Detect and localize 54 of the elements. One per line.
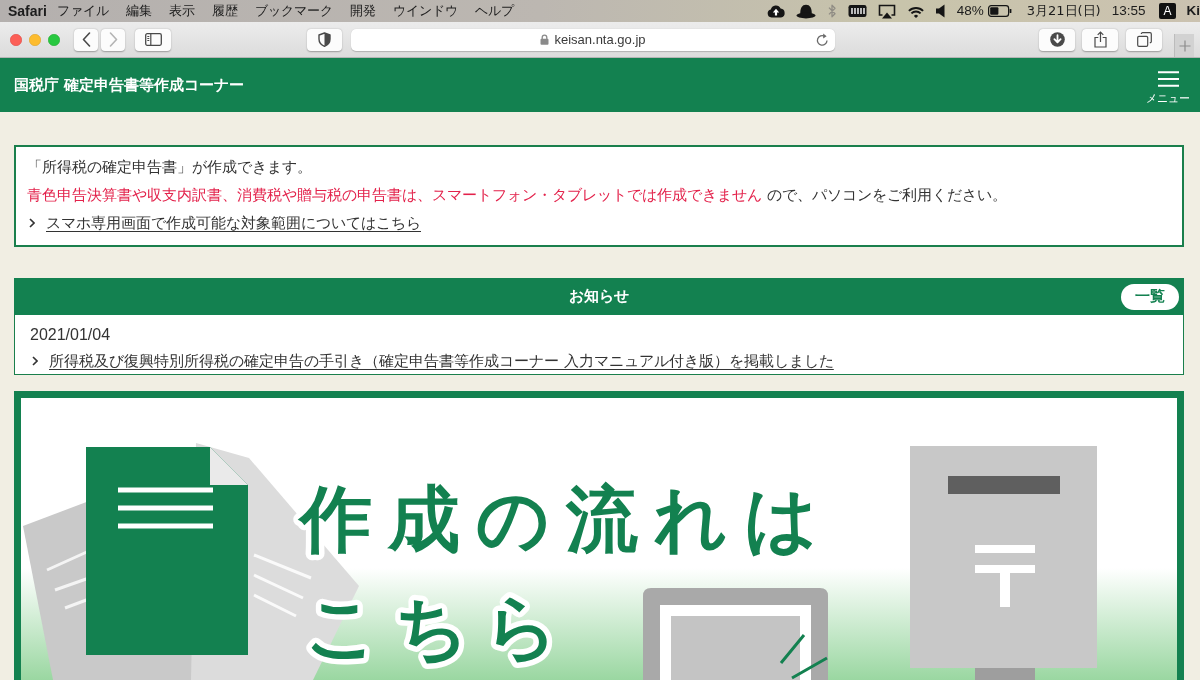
chevron-right-icon — [29, 218, 35, 228]
share-button[interactable] — [1082, 28, 1118, 51]
list-all-button[interactable]: 一覧 — [1121, 283, 1179, 310]
app-menu[interactable]: Safari — [8, 0, 47, 22]
battery-percent: 48% — [956, 1, 984, 20]
tabs-icon — [1136, 32, 1152, 47]
sidebar-icon — [144, 33, 162, 46]
news-title: お知らせ — [569, 286, 629, 308]
cloud-upload-icon[interactable] — [766, 4, 785, 18]
notice-text: 「所得税の確定申告書」が作成できます。 — [27, 157, 313, 178]
tabs-overview-button[interactable] — [1126, 28, 1162, 51]
volume-icon[interactable] — [935, 4, 946, 18]
input-source-indicator[interactable]: A — [1159, 3, 1176, 19]
close-icon[interactable] — [10, 33, 22, 46]
hat-icon[interactable] — [795, 3, 816, 19]
menu-item[interactable]: ファイル — [56, 1, 109, 21]
share-icon — [1093, 31, 1107, 48]
menu-item[interactable]: ウインドウ — [392, 1, 458, 21]
chevron-left-icon — [81, 32, 91, 47]
menu-item[interactable]: ブックマーク — [254, 1, 333, 21]
user-name[interactable]: Ki — [1186, 0, 1200, 22]
reload-icon[interactable] — [815, 32, 829, 47]
chevron-right-icon — [108, 32, 118, 47]
menu-item[interactable]: 開発 — [349, 1, 376, 21]
menu-item[interactable]: 履歴 — [211, 1, 238, 21]
menu-bar-date[interactable]: 3月21日(日) — [1026, 1, 1101, 21]
download-icon — [1049, 32, 1065, 47]
news-link[interactable]: 所得税及び復興特別所得税の確定申告の手引き（確定申告書等作成コーナー 入力マニュアル付き版）を掲載しました — [49, 348, 834, 374]
flow-banner[interactable]: 作成の流れは こちら — [14, 391, 1184, 680]
shield-icon — [318, 32, 331, 47]
menu-item[interactable]: 編集 — [125, 1, 152, 21]
site-title[interactable]: 国税庁 確定申告書等作成コーナー — [14, 73, 245, 97]
menu-item[interactable]: ヘルプ — [474, 1, 514, 21]
banner-title: こちら — [305, 585, 575, 669]
downloads-button[interactable] — [1039, 28, 1075, 51]
menu-item[interactable]: 表示 — [168, 1, 195, 21]
banner-title: 作成の流れは — [300, 477, 834, 561]
menu-icon — [1157, 71, 1179, 88]
memory-icon[interactable] — [847, 4, 867, 18]
chevron-right-icon — [32, 356, 38, 366]
sidebar-button[interactable] — [135, 28, 171, 51]
lock-icon — [540, 34, 550, 45]
battery-icon[interactable] — [987, 5, 1012, 17]
address-field[interactable]: keisan.nta.go.jp — [351, 28, 835, 51]
menu-button[interactable]: メニュー — [1146, 71, 1190, 107]
news-date: 2021/01/04 — [30, 325, 112, 345]
wifi-icon[interactable] — [906, 4, 925, 18]
warning-text: 青色申告決算書や収支内訳書、消費税や贈与税の申告書は、スマートフォン・タブレットでは作成できません ので、パソコンをご利用ください。 — [27, 185, 1009, 206]
airplay-icon[interactable] — [877, 3, 896, 19]
plus-icon — [1178, 39, 1191, 52]
back-button[interactable] — [74, 28, 98, 51]
scope-link[interactable]: スマホ専用画面で作成可能な対象範囲についてはこちら — [46, 209, 421, 237]
privacy-button[interactable] — [307, 28, 342, 51]
menu-bar-time[interactable]: 13:55 — [1111, 0, 1146, 22]
